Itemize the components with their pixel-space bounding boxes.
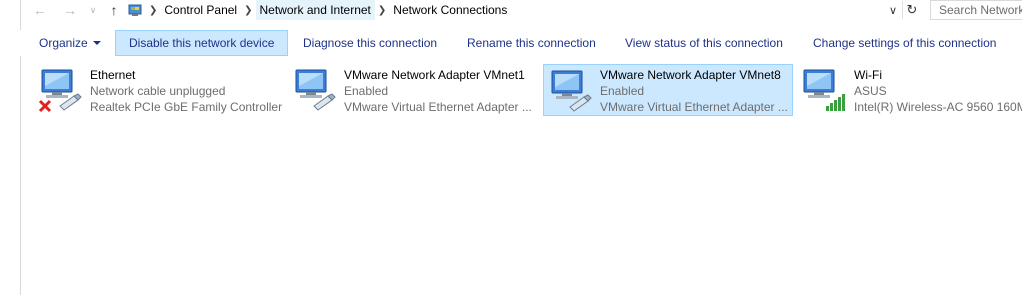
breadcrumb-control-panel[interactable]: Control Panel (160, 0, 241, 20)
connection-device: VMware Virtual Ethernet Adapter ... (600, 100, 788, 114)
connection-device: Intel(R) Wireless-AC 9560 160MHz (854, 100, 1022, 114)
forward-arrow-icon[interactable]: → (60, 1, 80, 19)
breadcrumb-separator-icon: ❯ (244, 4, 253, 16)
network-adapter-icon (800, 66, 846, 112)
connection-device: Realtek PCIe GbE Family Controller (90, 100, 283, 114)
connection-name: Ethernet (90, 68, 136, 82)
connection-item-vmnet8[interactable]: VMware Network Adapter VMnet8 Enabled VM… (543, 64, 793, 116)
connection-status: Enabled (344, 84, 389, 98)
connection-name: VMware Network Adapter VMnet1 (344, 68, 525, 82)
breadcrumb-network-connections[interactable]: Network Connections (389, 0, 511, 20)
view-status-button[interactable]: View status of this connection (625, 30, 783, 56)
address-bar-row: ← → ∨ ↑ ❯ Control Panel ❯ Network and In… (0, 0, 1022, 22)
connection-name: Wi-Fi (854, 68, 882, 82)
control-panel-icon (128, 3, 142, 17)
change-settings-button[interactable]: Change settings of this connection (813, 30, 996, 56)
address-dropdown-chevron-icon[interactable]: ∨ (884, 1, 902, 19)
command-bar: Organize Disable this network device Dia… (0, 30, 1022, 56)
recent-locations-chevron-icon[interactable]: ∨ (86, 1, 100, 19)
disable-device-button[interactable]: Disable this network device (115, 30, 288, 56)
network-adapter-icon (290, 66, 336, 112)
organize-menu-button[interactable]: Organize (39, 30, 101, 56)
rename-connection-button[interactable]: Rename this connection (467, 30, 596, 56)
connection-device: VMware Virtual Ethernet Adapter ... (344, 100, 532, 114)
organize-label: Organize (39, 36, 88, 50)
up-arrow-icon[interactable]: ↑ (104, 1, 124, 19)
connection-item-vmnet1[interactable]: VMware Network Adapter VMnet1 Enabled VM… (290, 64, 540, 116)
connection-item-ethernet[interactable]: Ethernet Network cable unplugged Realtek… (36, 64, 286, 116)
connection-status: Enabled (600, 84, 645, 98)
dropdown-caret-icon (92, 41, 101, 45)
refresh-icon[interactable]: ↻ (902, 1, 921, 19)
back-arrow-icon[interactable]: ← (30, 1, 50, 19)
connection-status: Network cable unplugged (90, 84, 226, 98)
diagnose-connection-button[interactable]: Diagnose this connection (303, 30, 437, 56)
connection-status: ASUS (854, 84, 887, 98)
red-x-icon (38, 99, 52, 113)
breadcrumb-separator-icon: ❯ (149, 4, 158, 16)
breadcrumb-network-and-internet[interactable]: Network and Internet (255, 0, 375, 20)
connection-item-wifi[interactable]: Wi-Fi ASUS Intel(R) Wireless-AC 9560 160… (800, 64, 1022, 116)
network-adapter-icon (546, 67, 592, 113)
connection-name: VMware Network Adapter VMnet8 (600, 68, 781, 82)
search-input[interactable]: Search Network Connections (930, 0, 1022, 20)
breadcrumb: ❯ Control Panel ❯ Network and Internet ❯… (128, 0, 511, 20)
breadcrumb-separator-icon: ❯ (377, 4, 387, 16)
